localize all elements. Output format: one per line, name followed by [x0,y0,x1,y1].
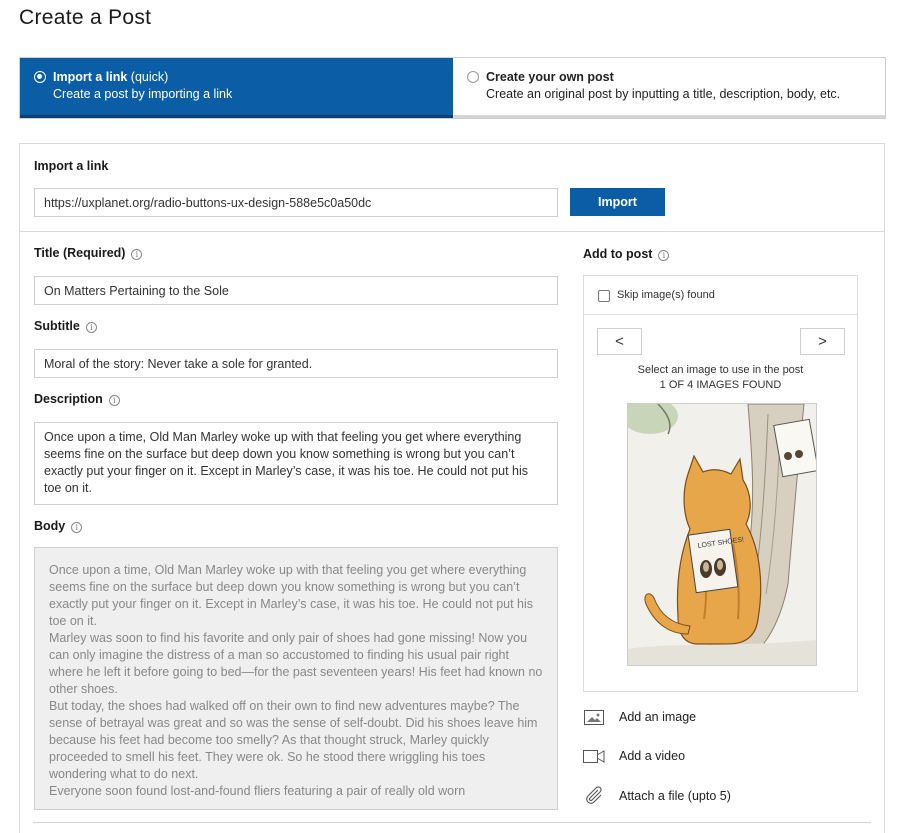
import-link-suffix: (quick) [127,70,169,84]
attach-file-label: Attach a file (upto 5) [619,789,731,803]
paperclip-icon [583,785,605,807]
info-icon[interactable]: i [108,395,120,406]
video-icon [583,745,605,767]
skip-images-label: Skip image(s) found [617,289,715,301]
body-textarea[interactable]: Once upon a time, Old Man Marley woke up… [34,547,558,810]
preview-image[interactable]: LOST SHOES! [627,403,817,666]
post-mode-selector: Import a link (quick) Create a post by i… [19,57,886,119]
import-link-radio[interactable] [34,71,46,83]
chevron-left-icon: < [615,333,624,350]
import-link-section: Import a link Import [20,144,884,232]
add-image-action[interactable]: Add an image [583,706,696,728]
info-icon[interactable]: i [131,249,143,260]
chevron-right-icon: > [818,333,827,350]
import-link-title-line: Import a link (quick) [53,69,453,86]
post-form-panel: Import a link Import Title (Required) i S… [19,143,885,833]
import-link-title: Import a link [53,70,128,84]
body-label-row: Body i [34,519,83,533]
subtitle-input[interactable] [34,349,558,378]
cat-illustration: LOST SHOES! [628,404,816,665]
image-icon [583,706,605,728]
description-label: Description [34,392,103,406]
attach-file-action[interactable]: Attach a file (upto 5) [583,785,731,807]
previous-image-button[interactable]: < [597,328,642,355]
select-image-instruction: Select an image to use in the post [637,364,804,376]
body-paragraph: Everyone soon found lost-and-found flier… [49,784,466,798]
create-own-post-description: Create an original post by inputting a t… [486,87,841,101]
title-label: Title (Required) [34,246,126,260]
add-video-label: Add a video [619,749,686,763]
subtitle-label-row: Subtitle i [34,319,97,333]
create-own-post-radio[interactable] [467,71,479,83]
add-to-post-label-row: Add to post i [583,247,670,261]
info-icon[interactable]: i [71,522,83,533]
description-label-row: Description i [34,392,120,406]
skip-images-row[interactable]: Skip image(s) found [584,276,857,315]
info-icon[interactable]: i [85,322,97,333]
body-paragraph: Once upon a time, Old Man Marley woke up… [49,563,534,628]
body-label: Body [34,519,66,533]
description-textarea[interactable]: Once upon a time, Old Man Marley woke up… [34,422,558,505]
import-url-input[interactable] [34,188,558,217]
page-title: Create a Post [19,6,152,29]
import-link-label: Import a link [34,159,109,173]
import-link-option[interactable]: Import a link (quick) Create a post by i… [20,58,453,118]
create-own-post-option[interactable]: Create your own post Create an original … [453,58,885,118]
add-to-post-label: Add to post [583,247,653,261]
import-link-description: Create a post by importing a link [53,87,233,101]
bottom-divider [33,822,871,823]
image-count: 1 OF 4 IMAGES FOUND [659,379,782,391]
create-own-post-title: Create your own post [486,70,614,84]
subtitle-label: Subtitle [34,319,80,333]
add-image-label: Add an image [619,710,697,724]
image-picker-panel: Skip image(s) found < > Select an image … [583,275,858,692]
info-icon[interactable]: i [658,250,670,261]
title-input[interactable] [34,276,558,305]
next-image-button[interactable]: > [800,328,845,355]
body-paragraph: But today, the shoes had walked off on t… [49,699,538,781]
title-label-row: Title (Required) i [34,246,143,260]
skip-images-checkbox[interactable] [598,290,610,302]
import-button[interactable]: Import [570,188,665,216]
add-video-action[interactable]: Add a video [583,745,685,767]
body-paragraph: Marley was soon to find his favorite and… [49,631,543,696]
create-own-post-title-line: Create your own post [486,69,885,86]
